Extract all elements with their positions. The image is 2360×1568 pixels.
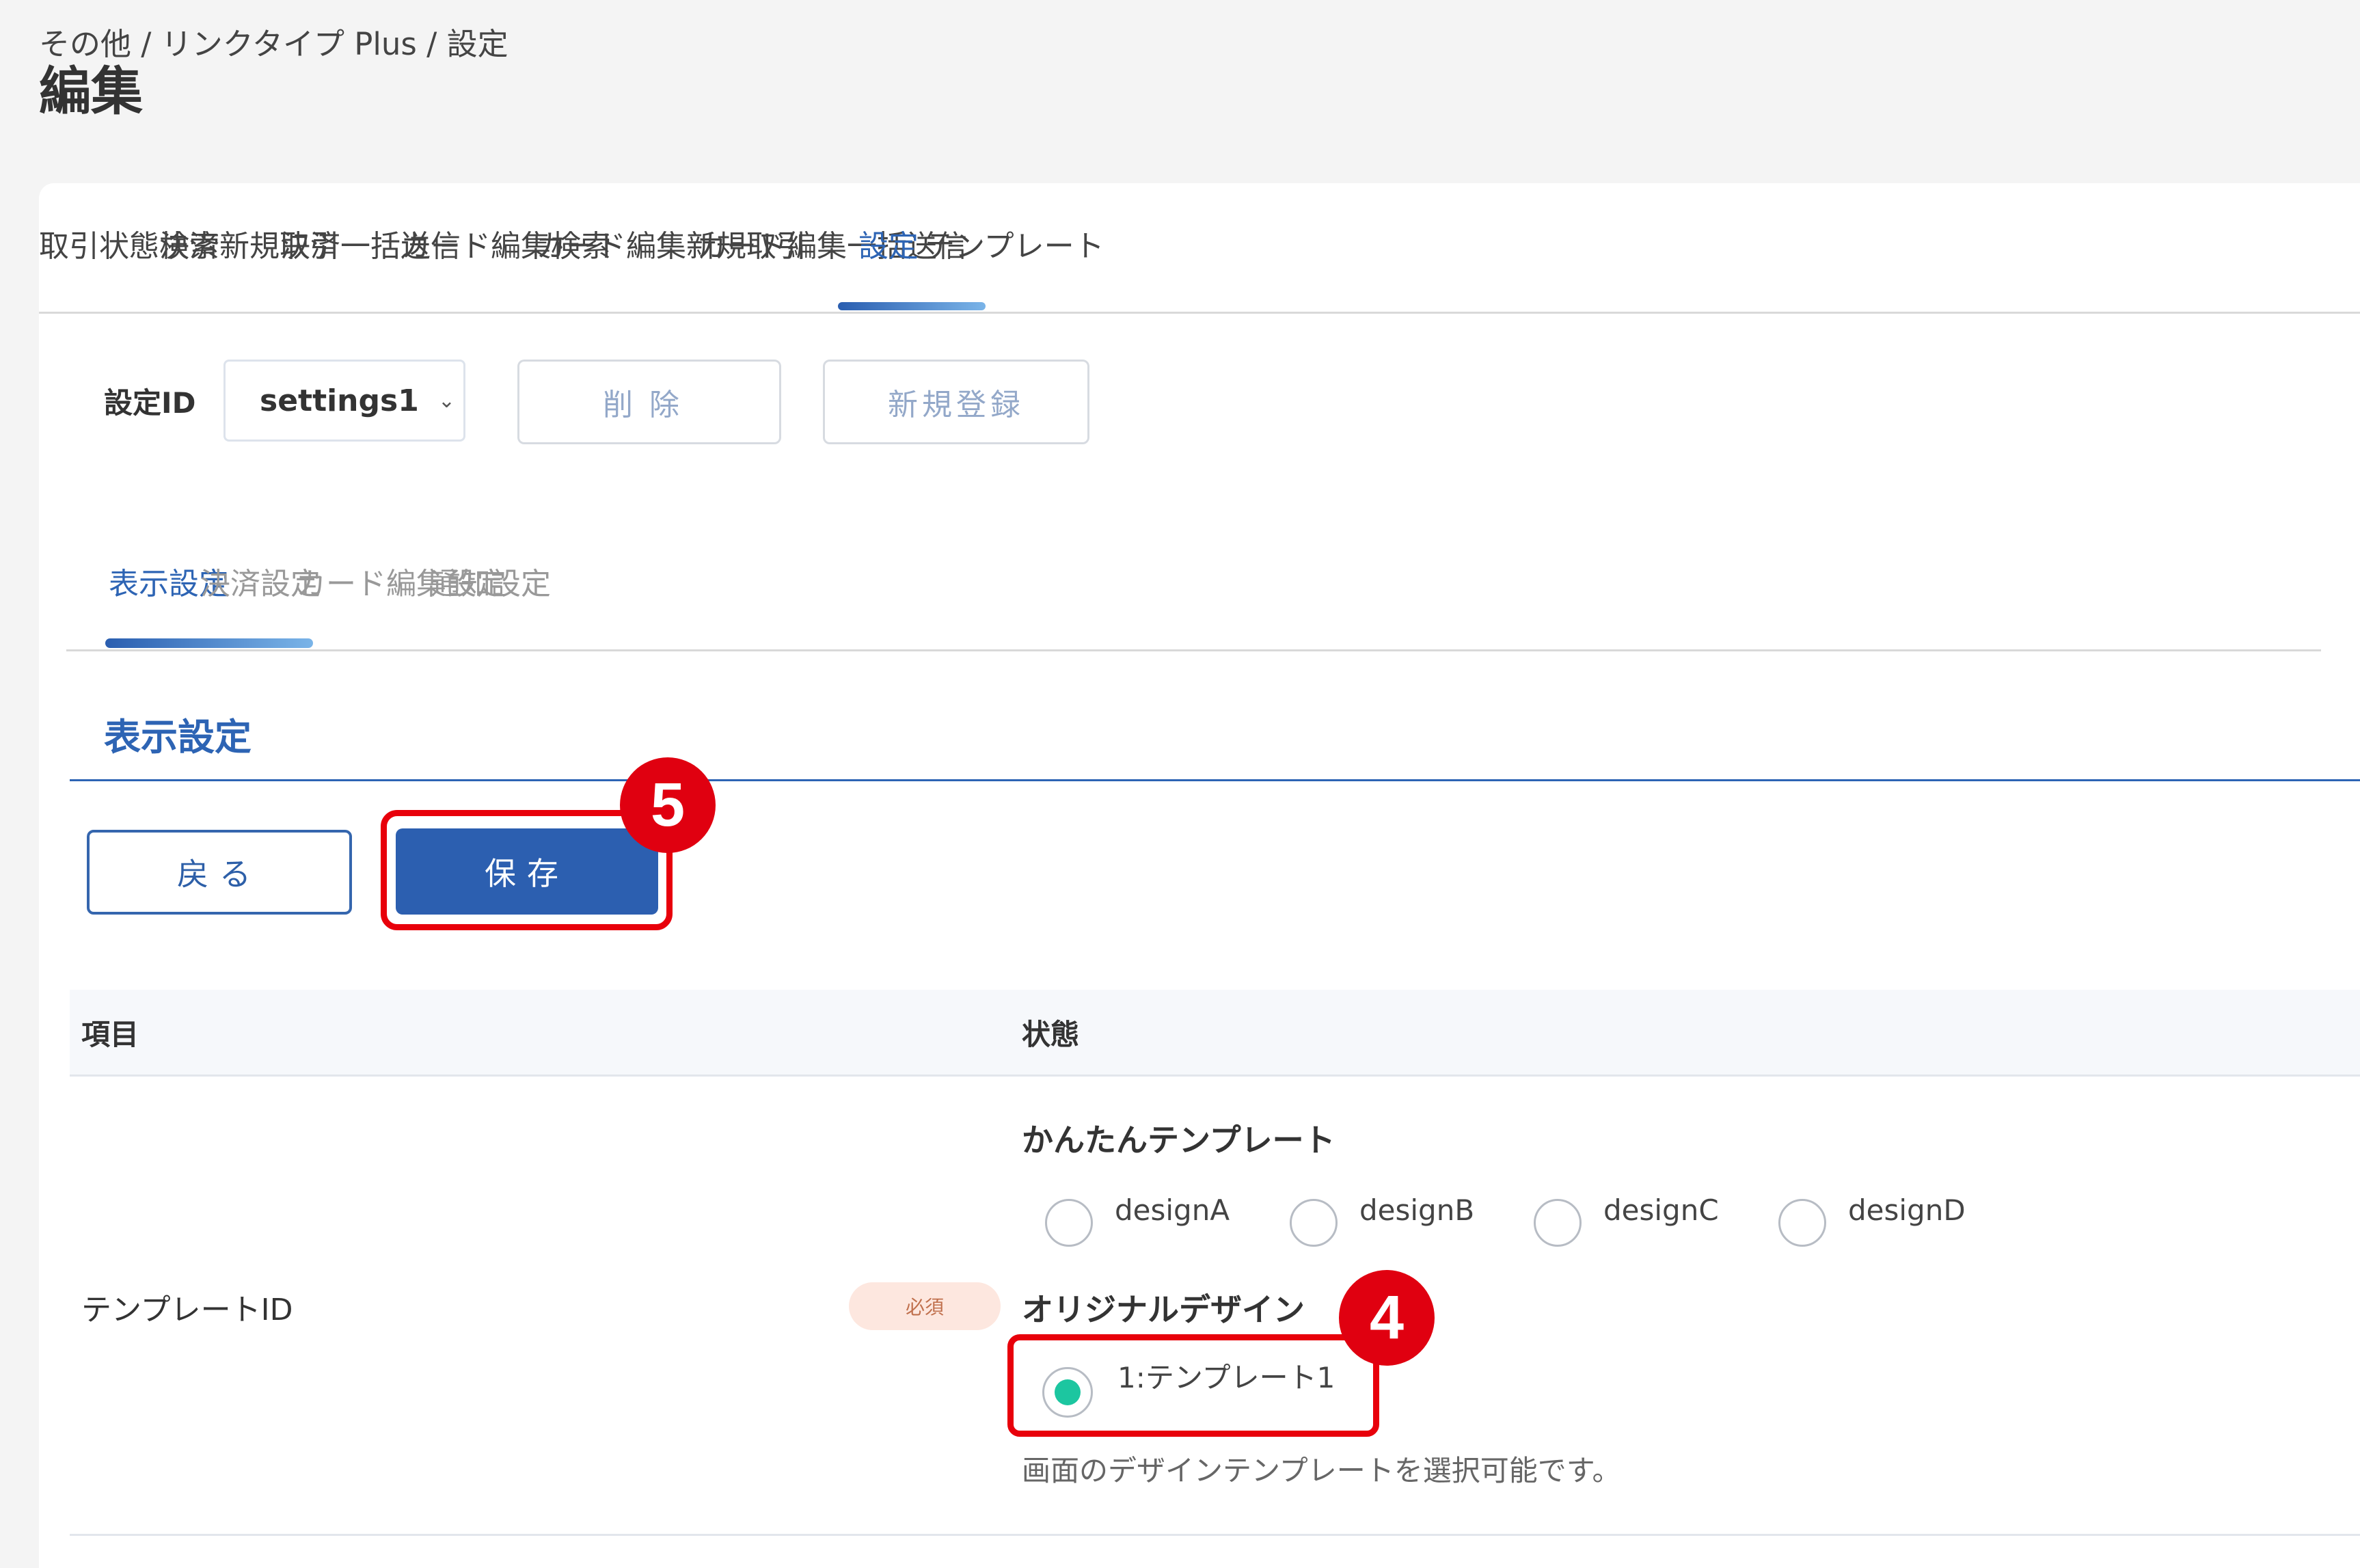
radio-option-designA[interactable]: designA [1045,1193,1230,1247]
table-header: 項目 状態 [70,990,2360,1077]
tab-settings[interactable]: 設定 [858,221,919,265]
main-panel: 取引状態検索 決済新規取引 決済一括送信 カード編集検索 カード編集新規取引 カ… [39,183,2360,1568]
column-header-status: 状態 [1022,1018,1080,1051]
radio-label: designD [1848,1193,1966,1227]
radio-label: designC [1603,1193,1719,1227]
radio-circle[interactable] [1778,1199,1826,1247]
radio-circle[interactable] [1045,1199,1093,1247]
radio-option-designB[interactable]: designB [1290,1193,1474,1247]
settings-id-label: 設定ID [104,386,196,420]
radio-label: designB [1359,1193,1475,1227]
page-title: 編集 [39,61,143,122]
tab-template[interactable]: テンプレート [925,221,1104,265]
radio-label: 1:テンプレート1 [1117,1361,1335,1394]
radio-circle[interactable] [1534,1199,1582,1247]
radio-option-designD[interactable]: designD [1778,1193,1966,1247]
delete-button[interactable]: 削除 [517,360,781,444]
save-button[interactable]: 保存 [396,828,658,915]
section-divider [70,779,2360,781]
radio-label: designA [1115,1193,1230,1227]
row-label-template-id: テンプレートID [81,1293,293,1327]
back-button[interactable]: 戻る [87,830,352,915]
breadcrumb: その他 / リンクタイプ Plus / 設定 [39,26,508,62]
top-nav: 取引状態検索 決済新規取引 決済一括送信 カード編集検索 カード編集新規取引 カ… [39,183,2360,314]
step-badge-5: 5 [620,757,716,853]
active-tab-indicator [838,302,986,310]
radio-option-designC[interactable]: designC [1534,1193,1719,1247]
simple-template-heading: かんたんテンプレート [1022,1122,1335,1159]
row-divider [70,1534,2360,1536]
sub-nav: 表示設定 決済設定 カード編集設定 通知設定 [66,465,2321,651]
column-header-item: 項目 [81,1018,139,1051]
settings-id-value: settings1 [260,383,419,418]
active-subtab-indicator [105,638,313,648]
radio-option-template1[interactable]: 1:テンプレート1 [1042,1355,1335,1418]
step-badge-4: 4 [1339,1270,1435,1366]
template-help-text: 画面のデザインテンプレートを選択可能です。 [1022,1454,1621,1487]
radio-circle[interactable] [1290,1199,1338,1247]
original-design-heading: オリジナルデザイン [1022,1291,1305,1328]
required-badge: 必須 [849,1282,1001,1330]
radio-circle-selected[interactable] [1042,1367,1093,1418]
settings-id-select[interactable]: settings1 ⌄ [223,360,465,442]
chevron-down-icon: ⌄ [437,388,455,413]
new-register-button[interactable]: 新規登録 [823,360,1089,444]
section-title: 表示設定 [104,716,252,759]
subtab-notification-settings[interactable]: 通知設定 [431,559,551,603]
